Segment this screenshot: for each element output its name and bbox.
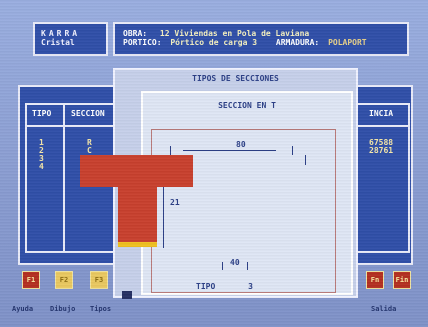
right-table-header-divider — [355, 125, 408, 127]
app-name: KARRA — [41, 29, 81, 38]
label-dibujo: Dibujo — [50, 305, 76, 313]
t-section-base — [118, 242, 157, 247]
portico-value: Pórtico de carga 3 — [170, 38, 258, 47]
t-section-flange — [80, 155, 193, 187]
top-dimension-line — [183, 150, 276, 151]
obra-line: OBRA: 12 Viviendas en Pola de Laviana — [123, 29, 399, 38]
crt-screen: KARRA Cristal OBRA: 12 Viviendas en Pola… — [0, 0, 428, 327]
dimension-left: 21 — [170, 198, 180, 207]
top-dimension-tick-right — [292, 146, 293, 155]
top-dimension-tick-left — [170, 146, 171, 155]
t-section-web — [118, 187, 157, 242]
armadura-value: POLAPORT — [328, 38, 367, 47]
bottom-dimension-tick-right — [247, 262, 248, 270]
project-info-box: OBRA: 12 Viviendas en Pola de Laviana PO… — [113, 22, 409, 56]
dialog-title: TIPOS DE SECCIONES — [192, 74, 279, 83]
header-seccion: SECCION — [71, 109, 105, 118]
label-tipos: Tipos — [90, 305, 112, 313]
table-cell-tipo[interactable]: 4 — [39, 162, 44, 171]
table-cell-seccion[interactable]: C — [87, 146, 92, 155]
app-title-box: KARRA Cristal — [33, 22, 108, 56]
f10-salida-button[interactable]: Fin — [393, 271, 411, 289]
app-subtitle: Cristal — [41, 38, 75, 47]
label-salida: Salida — [371, 305, 397, 313]
section-subtitle: SECCION EN T — [218, 101, 276, 110]
obra-value: 12 Viviendas en Pola de Laviana — [159, 29, 310, 38]
f2-dibujo-button[interactable]: F2 — [55, 271, 73, 289]
label-ayuda: Ayuda — [12, 305, 34, 313]
armadura-label: ARMADURA: — [275, 38, 320, 47]
header-right: INCIA — [369, 109, 394, 118]
status-block — [122, 291, 132, 299]
right-dimension-tick — [305, 155, 306, 165]
bottom-dimension-tick-left — [222, 262, 223, 270]
right-table-value: 28761 — [369, 146, 394, 155]
header-tipo: TIPO — [32, 109, 52, 118]
f1-ayuda-button[interactable]: F1 — [22, 271, 40, 289]
section-type-indicator: TIPO 3 — [196, 282, 253, 291]
dimension-top: 80 — [236, 140, 246, 149]
portico-label: PORTICO: — [123, 38, 162, 47]
obra-label: OBRA: — [123, 29, 148, 38]
dimension-bottom: 40 — [230, 258, 240, 267]
table-header-divider — [27, 125, 120, 127]
f9-button[interactable]: Fn — [366, 271, 384, 289]
f3-tipos-button[interactable]: F3 — [90, 271, 108, 289]
section-type-value: 3 — [248, 282, 253, 291]
section-frame — [151, 129, 336, 293]
right-table: INCIA 67588 28761 — [355, 103, 410, 253]
section-type-label: TIPO — [196, 282, 216, 291]
portico-line: PORTICO: Pórtico de carga 3 ARMADURA: PO… — [123, 38, 399, 47]
